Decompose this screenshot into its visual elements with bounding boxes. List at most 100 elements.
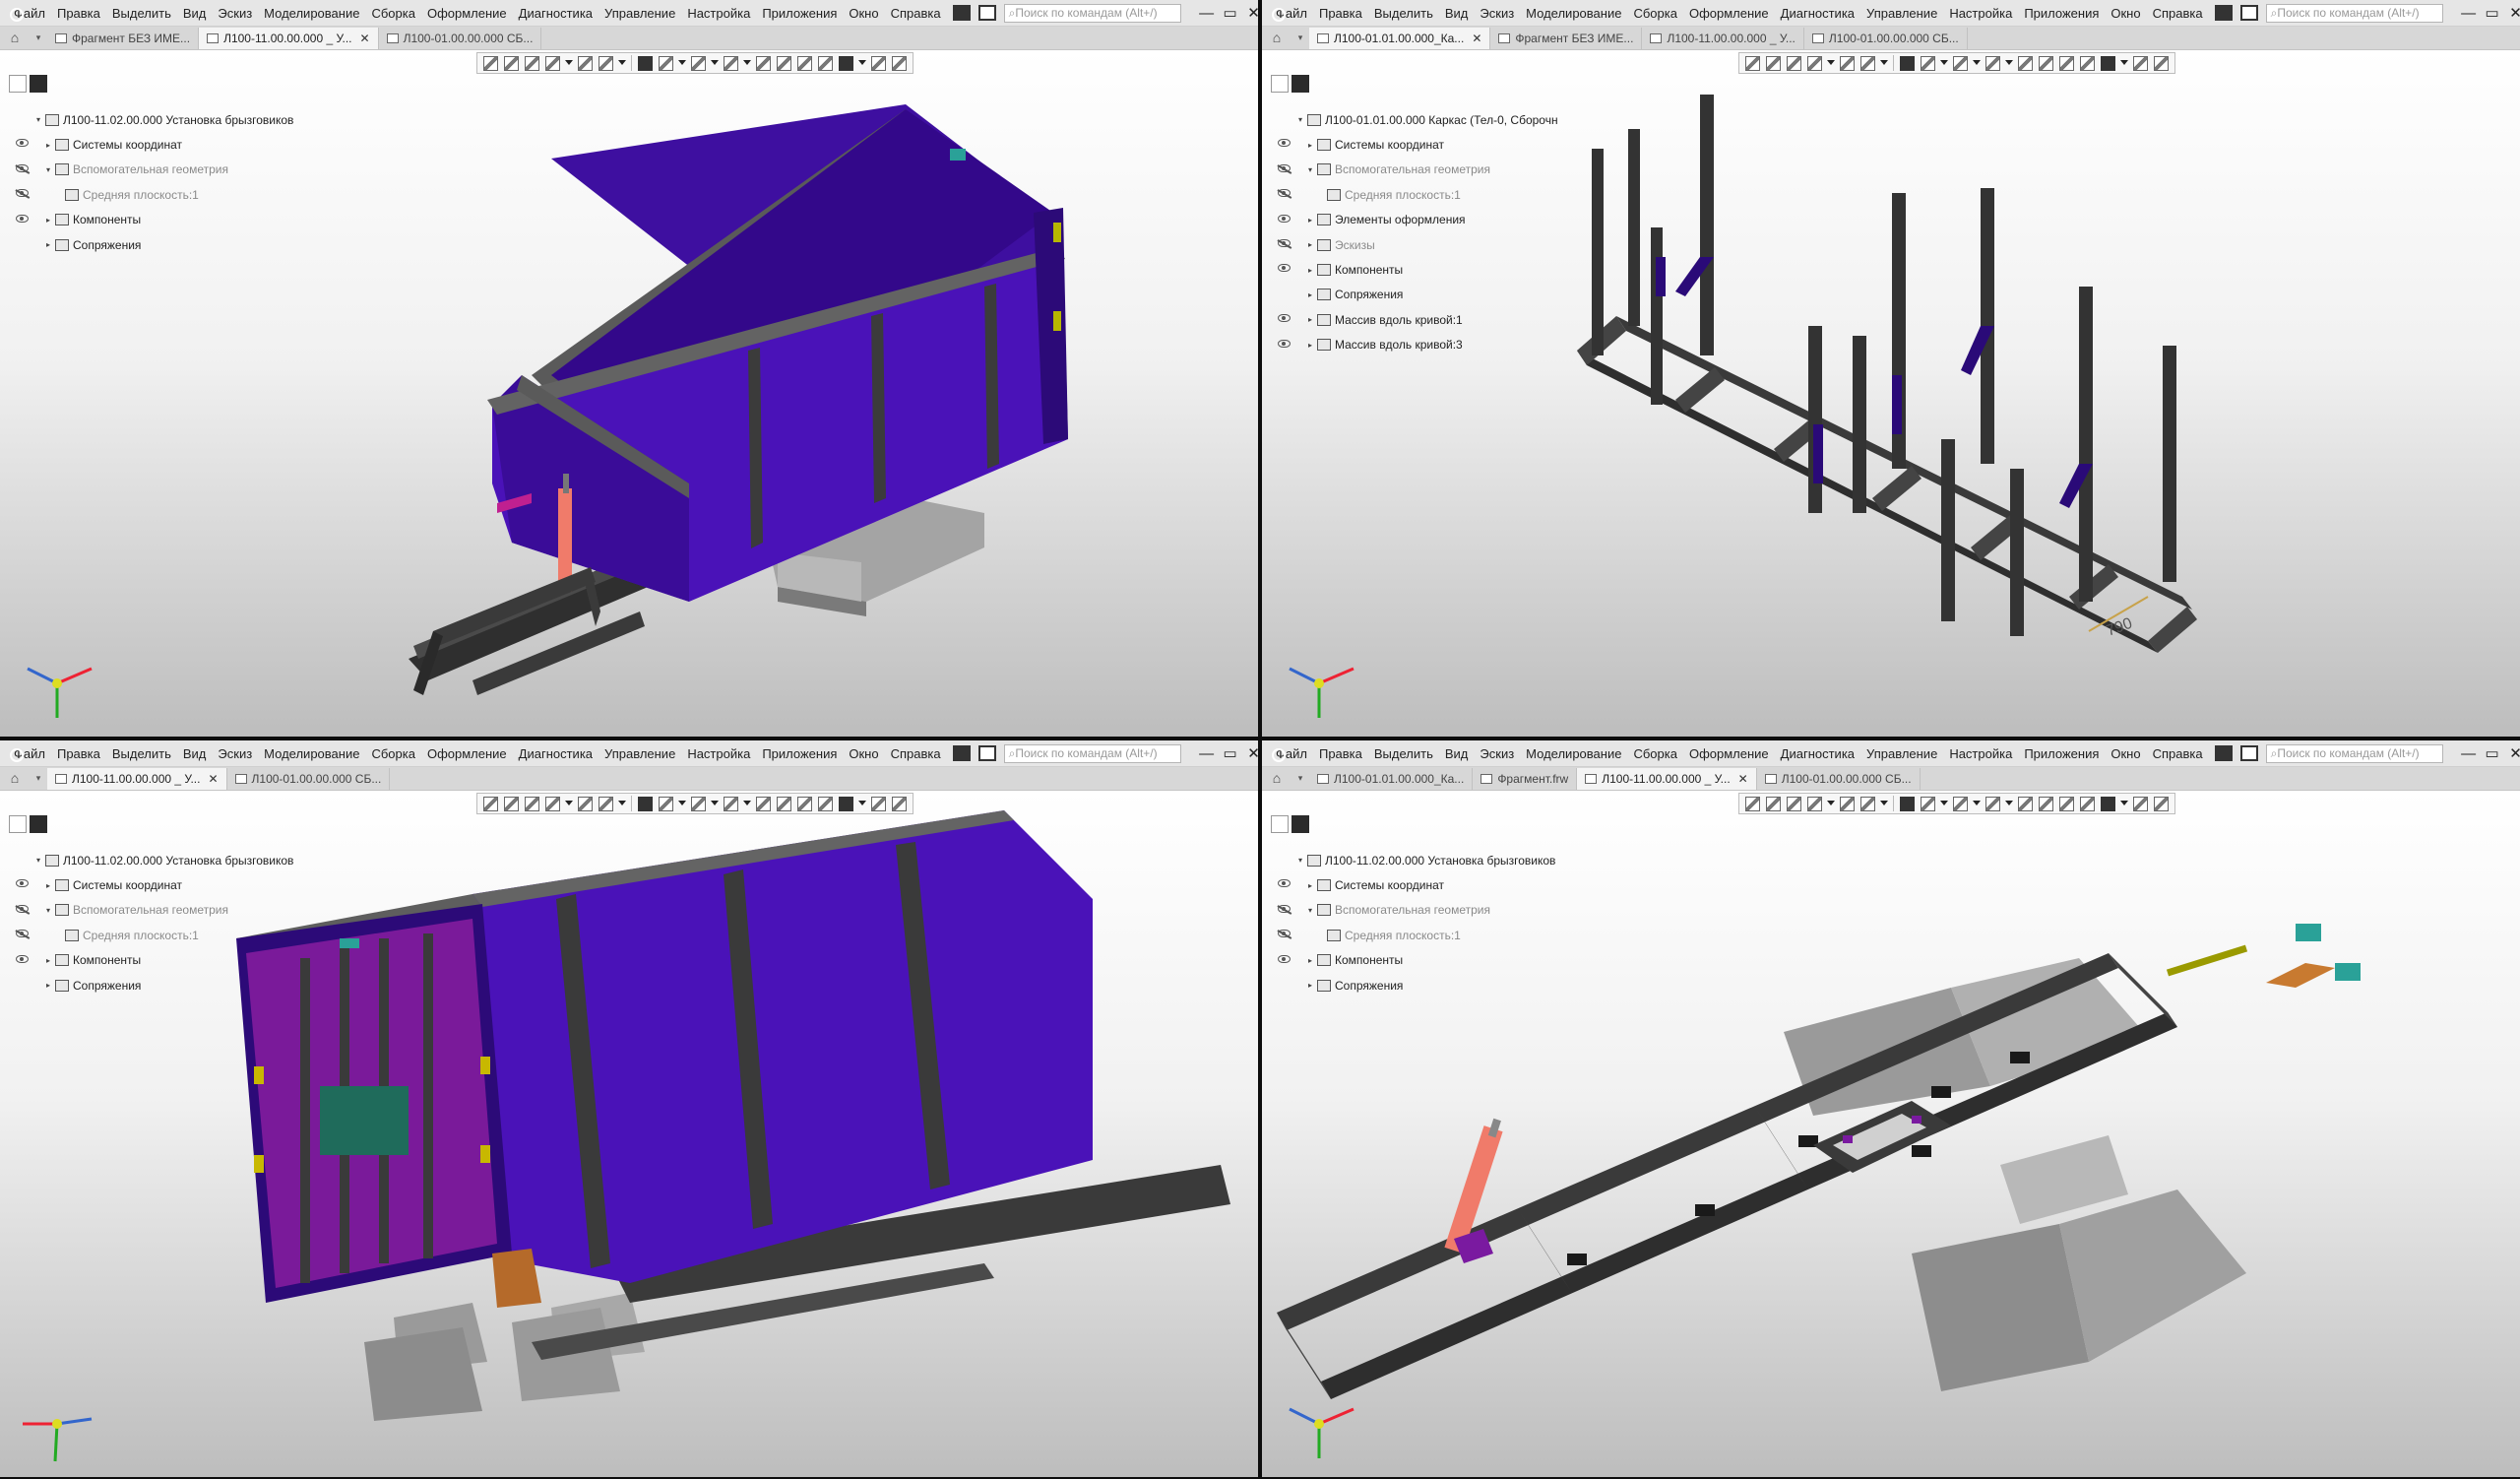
menu-item[interactable]: Справка <box>2153 746 2203 761</box>
tab-close-button[interactable]: ✕ <box>360 32 370 45</box>
menu-item[interactable]: Настройка <box>687 746 750 761</box>
menu-item[interactable]: Приложения <box>2024 6 2099 21</box>
document-tab[interactable]: Л100-01.01.00.000_Ка... ✕ <box>1309 28 1491 49</box>
restore-button[interactable]: ▭ <box>2481 6 2504 21</box>
restore-button[interactable]: ▭ <box>2481 746 2504 761</box>
restore-button[interactable]: ▭ <box>1219 746 1242 761</box>
menu-item[interactable]: Управление <box>1866 6 1937 21</box>
menu-item[interactable]: Диагностика <box>1781 746 1855 761</box>
panel-toggle-icon[interactable] <box>952 745 971 761</box>
menu-item[interactable]: Настройка <box>1949 746 2012 761</box>
menu-item[interactable]: Диагностика <box>519 6 593 21</box>
panel-toggle-icon[interactable] <box>2214 745 2233 761</box>
menu-item[interactable]: Оформление <box>1689 6 1769 21</box>
menu-item[interactable]: Приложения <box>2024 746 2099 761</box>
menu-item[interactable]: Окно <box>849 746 878 761</box>
viewport-3d[interactable]: ▾ Л100-11.02.00.000 Установка брызговиков… <box>0 50 1258 737</box>
menu-item[interactable]: Окно <box>2110 746 2140 761</box>
home-icon[interactable]: ⌂ <box>0 766 30 790</box>
menu-item[interactable]: Правка <box>57 6 100 21</box>
menu-item[interactable]: Моделирование <box>264 746 359 761</box>
document-tab[interactable]: Л100-01.01.00.000_Ка... <box>1309 768 1474 790</box>
document-tab[interactable]: Л100-01.00.00.000 СБ... <box>379 28 542 49</box>
panel-toggle-icon[interactable] <box>2214 5 2233 21</box>
menu-item[interactable]: Оформление <box>1689 746 1769 761</box>
home-icon[interactable]: ⌂ <box>1262 26 1292 49</box>
menu-item[interactable]: Управление <box>604 746 675 761</box>
minimize-button[interactable]: — <box>1195 6 1219 21</box>
menu-item[interactable]: Эскиз <box>1480 6 1514 21</box>
menu-item[interactable]: Вид <box>1445 6 1469 21</box>
viewport-3d[interactable]: ▾ Л100-11.02.00.000 Установка брызговиков… <box>0 791 1258 1477</box>
menu-item[interactable]: Приложения <box>762 6 837 21</box>
tab-list-dropdown[interactable]: ▾ <box>1292 766 1309 790</box>
close-button[interactable]: ✕ <box>1242 6 1258 21</box>
menu-item[interactable]: Управление <box>604 6 675 21</box>
restore-button[interactable]: ▭ <box>1219 6 1242 21</box>
command-search-input[interactable]: ⌕ Поиск по командам (Alt+/) <box>2265 3 2443 23</box>
menu-item[interactable]: Эскиз <box>1480 746 1514 761</box>
close-button[interactable]: ✕ <box>1242 746 1258 761</box>
document-tab[interactable]: Фрагмент.frw <box>1473 768 1578 790</box>
menu-item[interactable]: Окно <box>849 6 878 21</box>
menu-item[interactable]: Настройка <box>687 6 750 21</box>
menu-item[interactable]: Сборка <box>1633 746 1677 761</box>
camera-icon[interactable] <box>977 5 996 21</box>
menu-item[interactable]: Выделить <box>1374 6 1433 21</box>
menu-item[interactable]: Приложения <box>762 746 837 761</box>
menu-item[interactable]: Вид <box>183 746 207 761</box>
menu-item[interactable]: Диагностика <box>1781 6 1855 21</box>
menu-item[interactable]: Эскиз <box>218 6 252 21</box>
home-icon[interactable]: ⌂ <box>0 26 30 49</box>
tab-close-button[interactable]: ✕ <box>208 772 218 786</box>
minimize-button[interactable]: — <box>2457 746 2481 761</box>
tab-close-button[interactable]: ✕ <box>1472 32 1481 45</box>
menu-item[interactable]: Окно <box>2110 6 2140 21</box>
tab-list-dropdown[interactable]: ▾ <box>30 766 47 790</box>
viewport-3d[interactable]: ▾ Л100-11.02.00.000 Установка брызговиков… <box>1262 791 2520 1477</box>
document-tab[interactable]: Фрагмент БЕЗ ИМЕ... <box>47 28 200 49</box>
home-icon[interactable]: ⌂ <box>1262 766 1292 790</box>
menu-item[interactable]: Правка <box>57 746 100 761</box>
menu-item[interactable]: Сборка <box>371 746 415 761</box>
menu-item[interactable]: Эскиз <box>218 746 252 761</box>
document-tab[interactable]: Л100-11.00.00.000 _ У... <box>1642 28 1804 49</box>
document-tab[interactable]: Л100-01.00.00.000 СБ... <box>1757 768 1921 790</box>
menu-item[interactable]: Управление <box>1866 746 1937 761</box>
close-button[interactable]: ✕ <box>2504 6 2520 21</box>
tab-list-dropdown[interactable]: ▾ <box>30 26 47 49</box>
command-search-input[interactable]: ⌕ Поиск по командам (Alt+/) <box>1003 3 1181 23</box>
menu-item[interactable]: Правка <box>1319 6 1362 21</box>
close-button[interactable]: ✕ <box>2504 746 2520 761</box>
minimize-button[interactable]: — <box>2457 6 2481 21</box>
menu-item[interactable]: Выделить <box>1374 746 1433 761</box>
menu-item[interactable]: Вид <box>1445 746 1469 761</box>
menu-item[interactable]: Справка <box>891 746 941 761</box>
menu-item[interactable]: Справка <box>891 6 941 21</box>
menu-item[interactable]: Оформление <box>427 6 507 21</box>
menu-item[interactable]: Вид <box>183 6 207 21</box>
document-tab[interactable]: Л100-11.00.00.000 _ У... ✕ <box>1577 768 1757 790</box>
camera-icon[interactable] <box>2239 745 2258 761</box>
document-tab[interactable]: Л100-11.00.00.000 _ У... ✕ <box>47 768 227 790</box>
camera-icon[interactable] <box>2239 5 2258 21</box>
menu-item[interactable]: Сборка <box>371 6 415 21</box>
minimize-button[interactable]: — <box>1195 746 1219 761</box>
menu-item[interactable]: Выделить <box>112 6 171 21</box>
menu-item[interactable]: Выделить <box>112 746 171 761</box>
tab-close-button[interactable]: ✕ <box>1738 772 1748 786</box>
menu-item[interactable]: Диагностика <box>519 746 593 761</box>
command-search-input[interactable]: ⌕ Поиск по командам (Alt+/) <box>1003 743 1181 763</box>
document-tab[interactable]: Фрагмент БЕЗ ИМЕ... <box>1490 28 1643 49</box>
document-tab[interactable]: Л100-01.00.00.000 СБ... <box>1804 28 1968 49</box>
tab-list-dropdown[interactable]: ▾ <box>1292 26 1309 49</box>
menu-item[interactable]: Моделирование <box>264 6 359 21</box>
menu-item[interactable]: Правка <box>1319 746 1362 761</box>
menu-item[interactable]: Сборка <box>1633 6 1677 21</box>
menu-item[interactable]: Моделирование <box>1526 6 1621 21</box>
document-tab[interactable]: Л100-11.00.00.000 _ У... ✕ <box>199 28 379 49</box>
menu-item[interactable]: Справка <box>2153 6 2203 21</box>
camera-icon[interactable] <box>977 745 996 761</box>
document-tab[interactable]: Л100-01.00.00.000 СБ... <box>227 768 391 790</box>
menu-item[interactable]: Оформление <box>427 746 507 761</box>
